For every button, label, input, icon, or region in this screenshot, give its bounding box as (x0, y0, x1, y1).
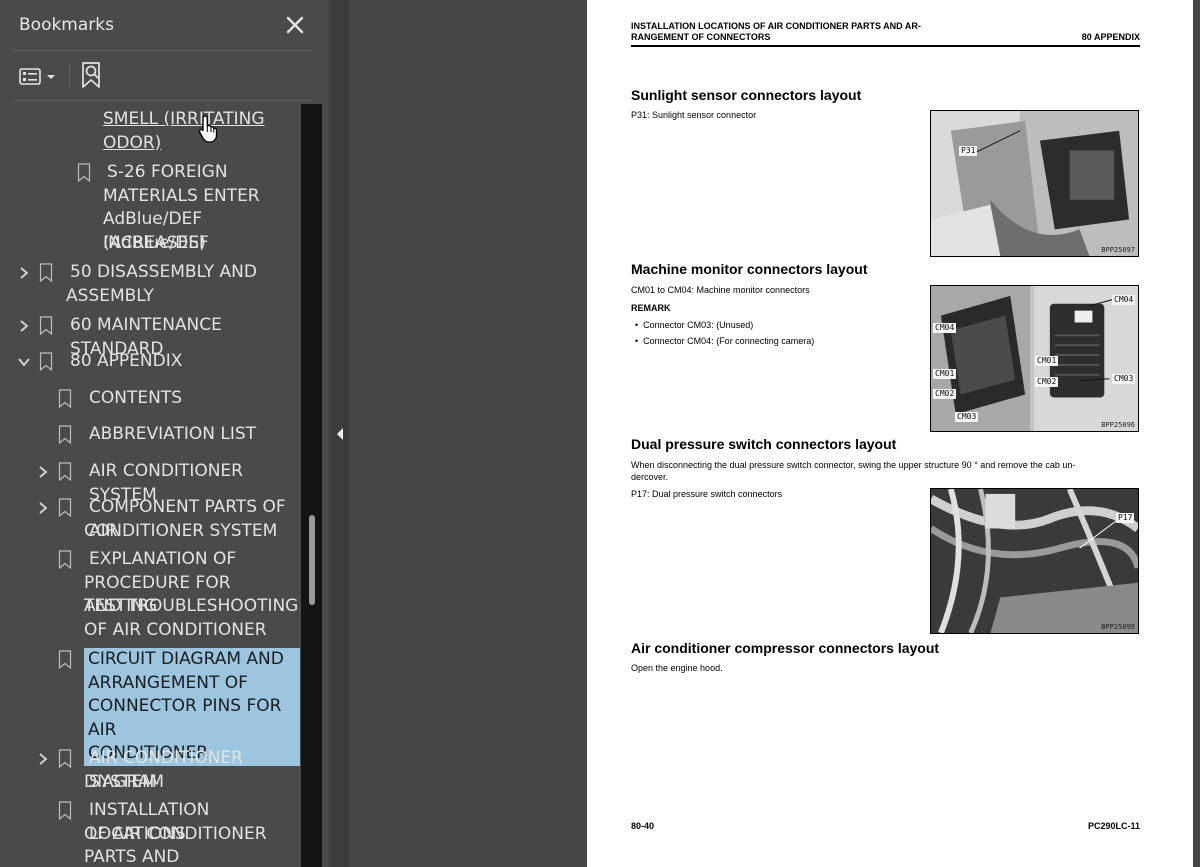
photo-image (931, 111, 1138, 256)
figure-label: CM01 (933, 369, 957, 379)
header-divider (12, 50, 312, 51)
chevron-right-icon[interactable] (17, 319, 31, 333)
collapse-arrow-icon (337, 428, 343, 440)
bookmarks-panel-title: Bookmarks (19, 15, 114, 35)
page-header-title: INSTALLATION LOCATIONS OF AIR CONDITIONE… (631, 21, 921, 43)
bookmarks-scrollbar[interactable] (301, 104, 322, 867)
page-header-title-line: INSTALLATION LOCATIONS OF AIR CONDITIONE… (631, 21, 921, 31)
bookmarks-toolbar (0, 52, 330, 100)
chevron-down-icon[interactable] (17, 355, 31, 369)
chevron-right-icon[interactable] (17, 266, 31, 280)
bookmark-icon (58, 801, 72, 820)
bullet-text: Connector CM03: (Unused) (643, 320, 754, 330)
close-icon (286, 16, 304, 34)
page-header-title-line: RANGEMENT OF CONNECTORS (631, 32, 771, 42)
figure-label: CM04 (1112, 295, 1136, 305)
figure-code: BPP25096 (1101, 421, 1135, 429)
machine-monitor-photo: CM04 CM04 CM01 CM02 CM03 CM01 CM02 CM03 … (930, 285, 1139, 432)
section-text: dercover. (631, 472, 669, 482)
section-text: P31: Sunlight sensor connector (631, 110, 757, 120)
section-text: CM01 to CM04: Machine monitor connectors (631, 285, 810, 295)
model-number: PC290LC-11 (1087, 821, 1140, 831)
bookmark-label-line[interactable]: ASSEMBLY (66, 285, 154, 309)
bookmark-icon (58, 425, 72, 444)
dual-pressure-switch-photo: P17 BPP25099 (930, 488, 1139, 634)
remark-title: REMARK (631, 303, 671, 313)
scrollbar-thumb[interactable] (309, 515, 315, 605)
bookmark-80-appendix[interactable]: 80 APPENDIX (70, 350, 182, 374)
bookmark-contents[interactable]: CONTENTS (89, 387, 182, 411)
chevron-right-icon[interactable] (36, 501, 50, 515)
bookmark-label-line[interactable]: CONDITIONER SYSTEM (84, 520, 277, 544)
figure-label: P17 (1116, 513, 1135, 523)
bookmark-label-line[interactable]: MATERIALS ENTER (103, 185, 260, 209)
bookmark-tree: SMELL (IRRITATING ODOR) S-26 FOREIGN MATERI… (0, 104, 301, 867)
bookmark-icon (77, 163, 91, 182)
bullet-text: Connector CM04: (For connecting camera) (643, 336, 815, 346)
figure-code: BPP25099 (1101, 623, 1135, 631)
bookmark-label-line[interactable]: PARTS AND ARRANGEMENT (84, 846, 301, 867)
bookmark-label-line[interactable]: INCREASES) (103, 232, 206, 256)
figure-label: P31 (959, 146, 978, 156)
bookmark-icon (39, 316, 53, 335)
page-header-section: 80 APPENDIX (1081, 32, 1140, 42)
bookmark-smell-irritating-odor[interactable]: SMELL (IRRITATING (103, 108, 265, 132)
section-text: When disconnecting the dual pressure swi… (631, 460, 1076, 470)
bookmarks-panel: Bookmarks SMELL (IRRITATING ODOR) S-26 F… (0, 0, 330, 867)
bookmark-label-line[interactable]: OF AIR CONDITIONER (84, 823, 267, 847)
chevron-right-icon[interactable] (36, 752, 50, 766)
section-heading: Air conditioner compressor connectors la… (631, 640, 940, 656)
bookmark-icon (58, 498, 72, 517)
figure-label: CM02 (1035, 377, 1059, 387)
figure-code: BPP25097 (1101, 246, 1135, 254)
list-options-icon (19, 68, 55, 85)
bookmark-label-line[interactable]: ODOR) (103, 132, 161, 156)
find-current-bookmark-button[interactable] (78, 59, 108, 91)
bullet-item: • Connector CM03: (Unused) (635, 320, 754, 330)
bookmark-explanation-of-procedure-for-testing-and-troubleshooting-of-air-conditioner[interactable]: EXPLANATION OF (89, 548, 236, 572)
section-heading: Machine monitor connectors layout (631, 261, 868, 277)
bookmarks-panel-header: Bookmarks (0, 0, 330, 50)
bookmark-icon (58, 389, 72, 408)
page-header-rule (631, 45, 1140, 47)
bookmark-label-line[interactable]: DIAGRAM (84, 771, 164, 795)
close-panel-button[interactable] (281, 11, 309, 39)
figure-label: CM01 (1035, 356, 1059, 366)
figure-label: CM04 (933, 323, 957, 333)
bookmark-icon (58, 650, 72, 669)
chevron-right-icon[interactable] (36, 465, 50, 479)
photo-image (931, 489, 1138, 633)
figure-label: CM02 (933, 389, 957, 399)
hand-pointer-icon (198, 115, 218, 143)
page-number: 80-40 (631, 821, 655, 831)
bookmark-abbreviation-list[interactable]: ABBREVIATION LIST (89, 423, 256, 447)
bookmark-label-line: CIRCUIT DIAGRAM AND (88, 649, 284, 669)
bookmark-label-line: CONNECTOR PINS FOR AIR (88, 696, 282, 740)
figure-label: CM03 (1112, 374, 1136, 384)
section-text: Open the engine hood. (631, 663, 723, 673)
bookmark-icon (58, 462, 72, 481)
options-menu-button[interactable] (16, 61, 62, 91)
figure-label: CM03 (955, 412, 979, 422)
document-page: INSTALLATION LOCATIONS OF AIR CONDITIONE… (587, 0, 1193, 867)
bullet-item: • Connector CM04: (For connecting camera… (635, 336, 815, 346)
bookmark-icon (39, 352, 53, 371)
section-heading: Sunlight sensor connectors layout (631, 87, 862, 103)
sunlight-sensor-photo: P31 BPP25097 (930, 110, 1139, 257)
bookmark-icon (58, 550, 72, 569)
toolbar-separator (69, 65, 70, 89)
bookmark-50-disassembly-and-assembly[interactable]: 50 DISASSEMBLY AND (70, 261, 257, 285)
bookmark-label-line: ARRANGEMENT OF (88, 672, 248, 693)
bookmark-icon (39, 263, 53, 282)
find-current-bookmark-icon (82, 62, 100, 88)
bookmark-label-line[interactable]: AND TROUBLESHOOTING (84, 595, 298, 619)
bookmark-label-line[interactable]: OF AIR CONDITIONER (84, 619, 267, 643)
bookmark-s-26-foreign-materials-enter-adblue-def-adblue-def-increases[interactable]: S-26 FOREIGN (107, 161, 228, 185)
section-text: P17: Dual pressure switch connectors (631, 489, 783, 499)
toolbar-divider (12, 100, 312, 101)
section-heading: Dual pressure switch connectors layout (631, 436, 897, 452)
bookmark-icon (58, 749, 72, 768)
